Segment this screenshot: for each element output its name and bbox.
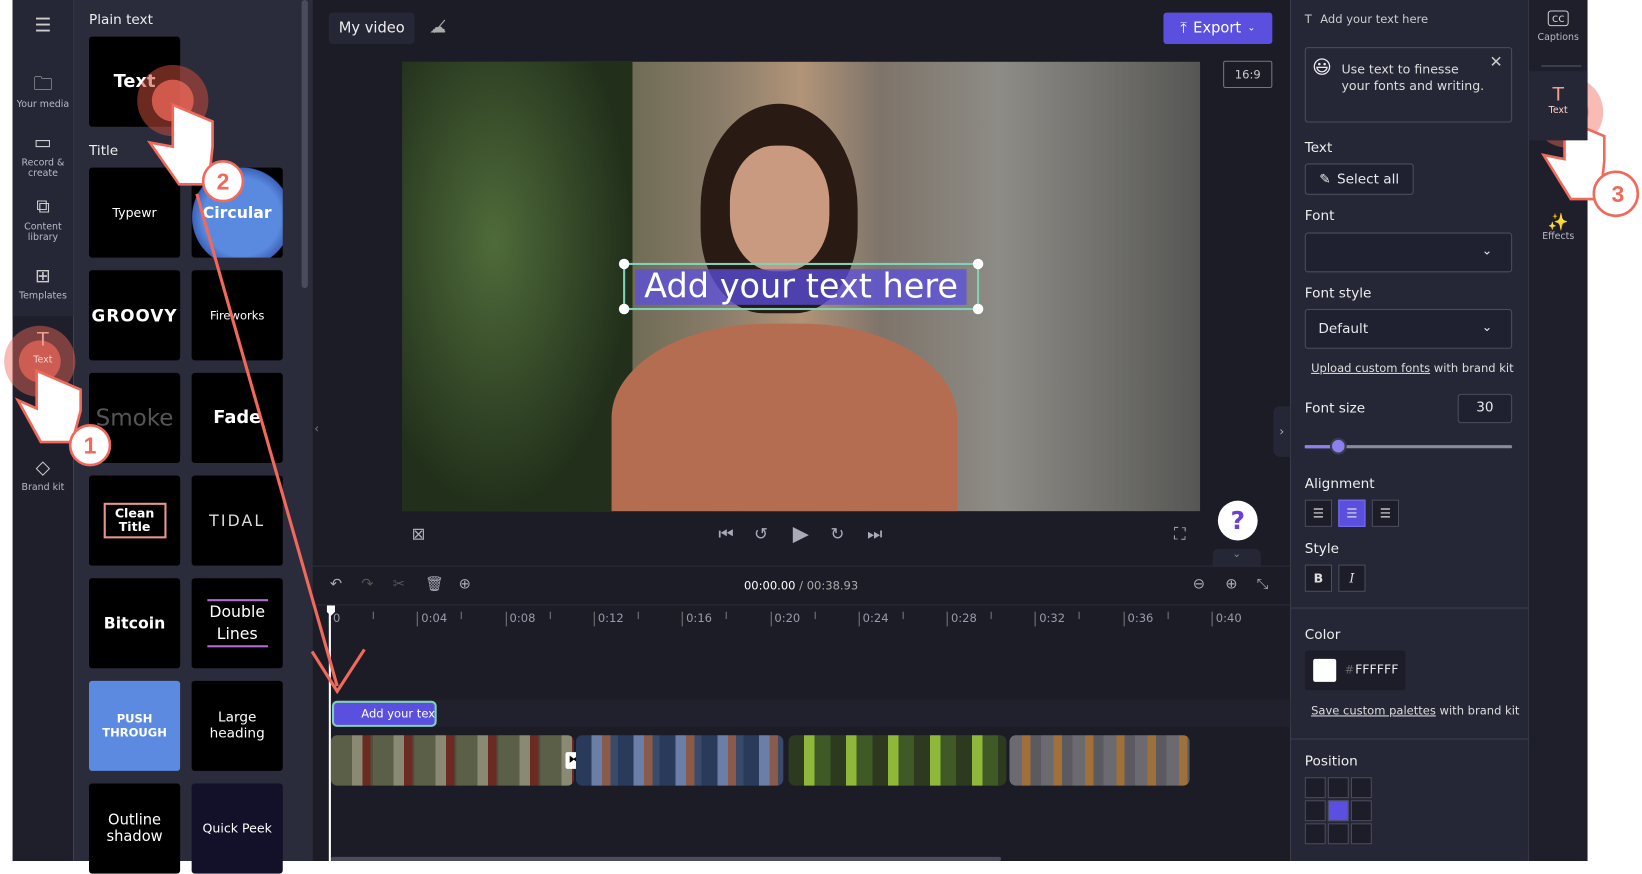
rail-text[interactable]: T Text [1528,71,1588,141]
text-icon: T [37,328,49,351]
step-number: 3 [1612,181,1625,207]
step-number: 1 [84,433,97,459]
rail-label: Text [1548,105,1568,117]
nav-text[interactable]: T Text [13,329,74,366]
nav-label: Text [33,355,53,366]
arrow-line [195,193,339,687]
tutorial-annotations: 1 2 3 [4,64,1640,695]
step-number: 2 [217,169,230,195]
text-icon: T [1552,83,1564,106]
